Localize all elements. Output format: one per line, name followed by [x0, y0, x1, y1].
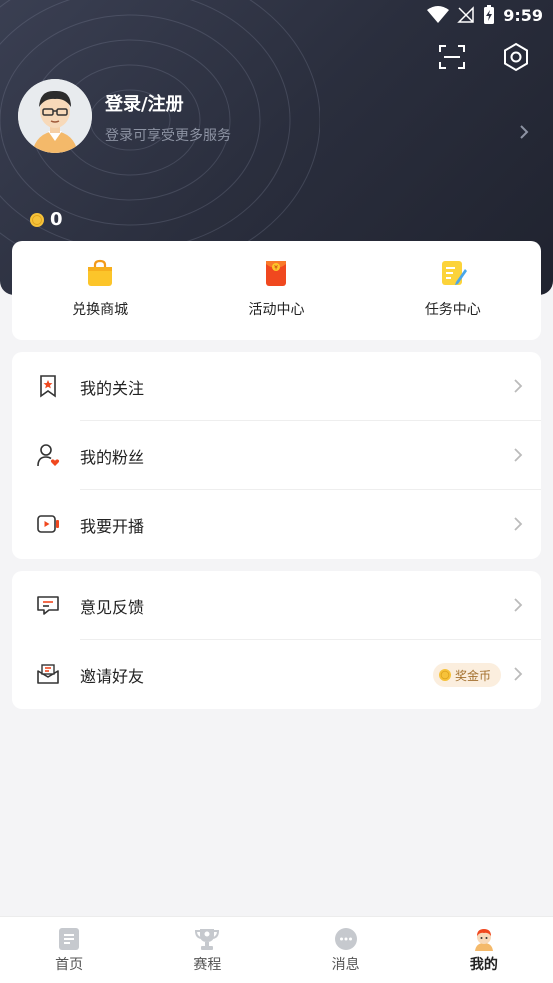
scan-icon — [439, 45, 465, 69]
coin-balance[interactable]: 0 — [30, 209, 63, 230]
bookmark-star-icon — [40, 375, 56, 398]
quick-action-label: 活动中心 — [248, 302, 305, 318]
menu-item-label: 我的粉丝 — [80, 447, 145, 467]
chevron-right-icon — [514, 517, 523, 531]
header-actions — [437, 42, 531, 72]
no-signal-icon — [457, 6, 474, 23]
avatar[interactable] — [18, 79, 92, 153]
red-envelope-icon: ¥ — [266, 261, 287, 286]
chevron-right-icon — [514, 448, 523, 462]
task-note-icon — [441, 261, 467, 285]
chevron-right-icon — [514, 598, 523, 612]
nav-tab-home[interactable]: 首页 — [0, 917, 138, 983]
menu-item-my-following[interactable]: 我的关注 — [12, 352, 541, 421]
menu-item-feedback[interactable]: 意见反馈 — [12, 571, 541, 640]
bonus-coin-badge: 奖金币 — [432, 663, 501, 687]
nav-tab-label: 赛程 — [193, 957, 222, 973]
coin-icon — [438, 669, 451, 681]
nav-tab-label: 我的 — [469, 957, 498, 973]
quick-action-task-center[interactable]: 任务中心 — [383, 241, 523, 319]
trophy-icon — [195, 929, 220, 950]
chevron-right-icon — [514, 667, 523, 681]
nav-tab-mine[interactable]: 我的 — [415, 917, 553, 983]
home-doc-icon — [59, 928, 80, 950]
menu-item-label: 意见反馈 — [80, 597, 145, 617]
chevron-right-icon[interactable] — [519, 124, 529, 140]
bottom-nav: 首页 赛程 消息 我的 — [0, 916, 553, 983]
svg-text:¥: ¥ — [275, 265, 279, 272]
avatar-illustration-icon — [18, 79, 92, 153]
nav-tab-label: 首页 — [55, 957, 84, 973]
settings-button[interactable] — [501, 42, 531, 72]
badge-label: 奖金币 — [454, 668, 491, 683]
battery-charging-icon — [484, 5, 495, 24]
quick-action-label: 兑换商城 — [72, 302, 129, 318]
nav-tab-messages[interactable]: 消息 — [277, 917, 415, 983]
login-register-link[interactable]: 登录/注册 — [105, 90, 184, 116]
menu-item-my-fans[interactable]: 我的粉丝 — [12, 421, 541, 490]
login-subtitle: 登录可享受更多服务 — [105, 128, 231, 144]
shopping-bag-icon — [88, 259, 113, 286]
menu-item-start-live[interactable]: 我要开播 — [12, 490, 541, 559]
scan-button[interactable] — [437, 42, 467, 72]
mail-invite-icon — [37, 664, 59, 684]
live-video-icon — [37, 515, 59, 533]
coin-count: 0 — [50, 209, 63, 230]
menu-card-social: 我的关注 我的粉丝 我要开播 — [12, 352, 541, 559]
coin-icon — [30, 212, 44, 227]
quick-action-exchange-mall[interactable]: 兑换商城 — [30, 241, 170, 319]
nav-tab-schedule[interactable]: 赛程 — [138, 917, 276, 983]
profile-avatar-icon — [474, 929, 493, 951]
status-bar: 9:59 — [0, 0, 553, 30]
quick-action-label: 任务中心 — [424, 302, 481, 318]
wifi-icon — [427, 6, 450, 23]
quick-actions-card: 兑换商城 ¥ 活动中心 任务中心 — [12, 241, 541, 340]
menu-item-invite-friends[interactable]: 邀请好友 奖金币 — [12, 640, 541, 709]
menu-item-label: 我的关注 — [80, 378, 145, 398]
chevron-right-icon — [514, 379, 523, 393]
feedback-icon — [37, 596, 59, 615]
menu-card-support: 意见反馈 邀请好友 奖金币 — [12, 571, 541, 709]
status-time: 9:59 — [503, 5, 543, 25]
settings-hexagon-icon — [504, 42, 528, 72]
quick-action-activity-center[interactable]: ¥ 活动中心 — [206, 241, 346, 319]
profile-page: 9:59 登录/注册 登录可享受更多服务 0 兑换商城 ¥ 活动中心 任务中心 … — [0, 0, 553, 983]
menu-item-label: 邀请好友 — [80, 666, 145, 686]
nav-tab-label: 消息 — [331, 957, 360, 973]
menu-item-label: 我要开播 — [80, 516, 145, 536]
user-heart-icon — [37, 444, 60, 467]
message-bubble-icon — [334, 928, 357, 950]
